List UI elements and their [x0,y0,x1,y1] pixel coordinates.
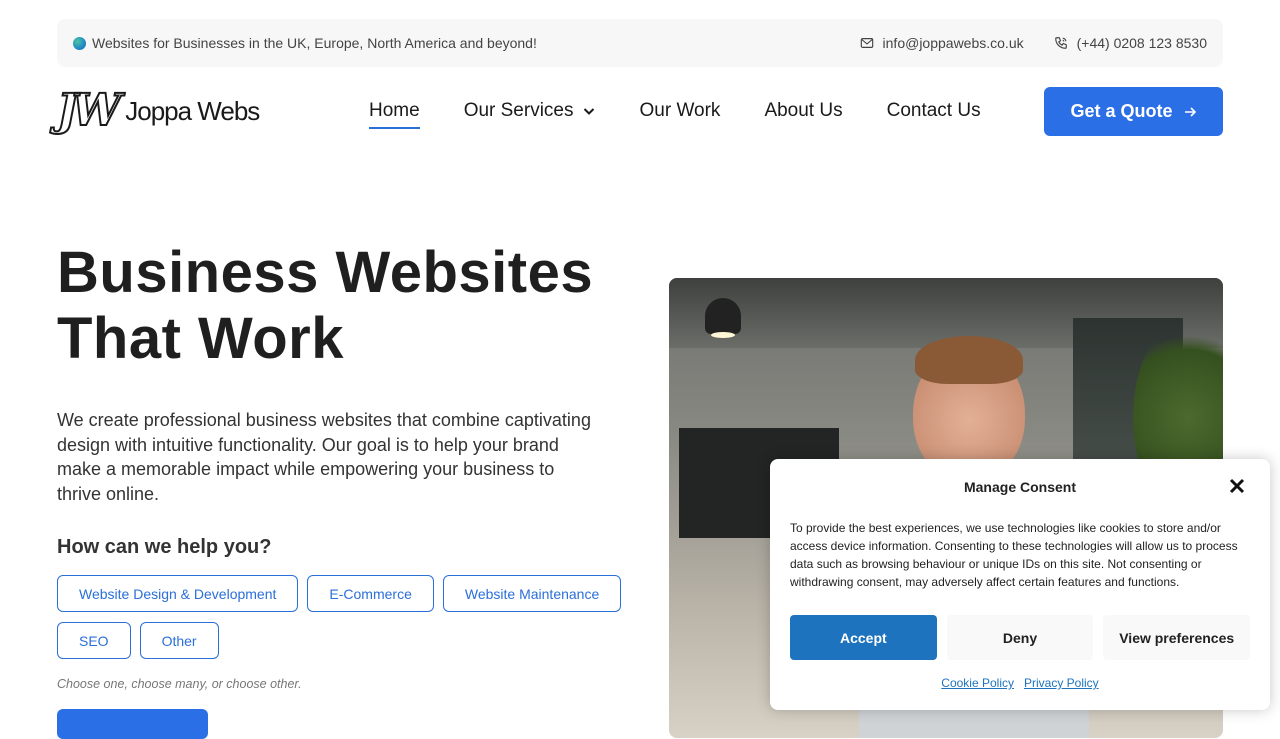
hero-title-line2: That Work [57,306,344,371]
arrow-right-icon [1184,106,1196,117]
hero-title-line1: Business Websites [57,240,594,305]
deny-button[interactable]: Deny [946,615,1094,660]
option-seo[interactable]: SEO [57,622,131,659]
view-preferences-button[interactable]: View preferences [1103,615,1251,660]
logo-monogram: JW [56,85,122,136]
accept-button[interactable]: Accept [790,615,937,660]
options-hint: Choose one, choose many, or choose other… [57,677,302,691]
photo-person-hair [915,336,1023,384]
email-link[interactable]: info@joppawebs.co.uk [860,35,1024,51]
close-icon[interactable] [1226,475,1248,497]
phone-text[interactable]: (+44) 0208 123 8530 [1077,35,1207,51]
mail-icon [860,38,873,48]
get-a-quote-button[interactable]: Get a Quote [1044,87,1223,136]
nav-our-work[interactable]: Our Work [640,100,721,122]
site-logo[interactable]: JW Joppa Webs [56,85,260,136]
consent-dialog: Manage Consent To provide the best exper… [770,459,1270,710]
privacy-policy-link[interactable]: Privacy Policy [1024,676,1099,690]
consent-text: To provide the best experiences, we use … [790,521,1238,589]
nav-about-us[interactable]: About Us [764,100,842,122]
option-ecommerce[interactable]: E-Commerce [307,575,434,612]
nav-contact-us[interactable]: Contact Us [887,100,981,122]
chevron-down-icon [583,108,594,115]
phone-link[interactable]: (+44) 0208 123 8530 [1054,35,1207,51]
phone-icon [1054,37,1067,49]
email-text[interactable]: info@joppawebs.co.uk [883,35,1024,51]
top-info-bar: Websites for Businesses in the UK, Europ… [57,19,1223,67]
nav-our-services[interactable]: Our Services [464,100,596,122]
logo-name: Joppa Webs [125,95,260,126]
hero-title: Business Websites That Work [57,240,593,372]
get-a-quote-label: Get a Quote [1070,101,1173,121]
tagline-group: Websites for Businesses in the UK, Europ… [73,35,537,51]
consent-buttons: Accept Deny View preferences [790,615,1251,660]
option-website-maintenance[interactable]: Website Maintenance [442,575,622,612]
help-title: How can we help you? [57,536,272,558]
contact-group: info@joppawebs.co.uk (+44) 0208 123 8530 [860,35,1207,51]
globe-icon [73,36,86,50]
hero-description: We create professional business websites… [57,410,591,504]
nav-our-services-label: Our Services [463,100,574,121]
photo-lamp [705,298,741,338]
consent-title: Manage Consent [963,479,1076,495]
main-nav: Home Our Services Our Work About Us Cont… [369,85,981,137]
consent-links: Cookie Policy Privacy Policy [770,676,1270,690]
option-other[interactable]: Other [139,622,219,659]
nav-home[interactable]: Home [369,100,420,129]
option-website-design[interactable]: Website Design & Development [57,575,299,612]
service-options: Website Design & Development E-Commerce … [57,575,637,659]
hero-cta-button[interactable] [57,709,208,739]
cookie-policy-link[interactable]: Cookie Policy [941,676,1014,690]
tagline: Websites for Businesses in the UK, Europ… [92,35,537,51]
site-header: JW Joppa Webs Home Our Services Our Work… [56,85,1223,137]
